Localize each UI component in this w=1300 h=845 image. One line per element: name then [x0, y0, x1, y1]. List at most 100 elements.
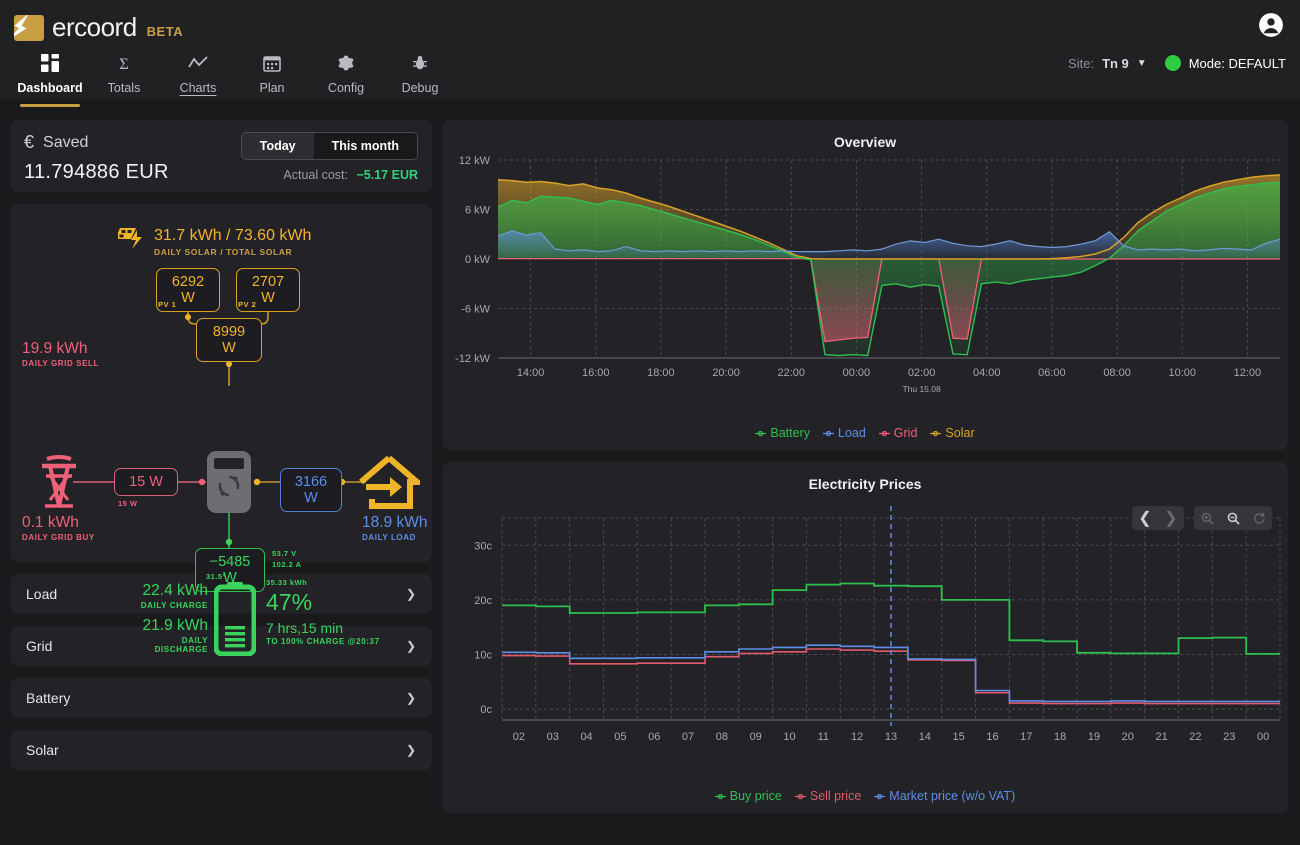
solar-summary-label: DAILY SOLAR / TOTAL SOLAR — [154, 247, 311, 257]
overview-xtick: 16:00 — [582, 367, 610, 379]
gear-icon — [310, 54, 382, 74]
battery-soc: 47% — [266, 589, 380, 616]
prices-xtick: 16 — [986, 731, 998, 743]
prices-chart-plot[interactable]: 0203040506070809101112131415161718192021… — [442, 492, 1288, 772]
house-icon — [358, 454, 420, 515]
reset-zoom-icon[interactable] — [1246, 506, 1272, 530]
legend-label-load: Load — [838, 426, 866, 440]
battery-current: 102.2 A — [272, 560, 302, 571]
overview-chart-title: Overview — [442, 120, 1288, 150]
legend-item-sell-price[interactable]: Sell price — [795, 789, 861, 803]
overview-chart-plot[interactable]: 14:0016:0018:0020:0022:0000:0002:0004:00… — [442, 150, 1288, 405]
nav-item-totals[interactable]: Σ Totals — [88, 50, 160, 107]
battery-eta: 7 hrs,15 min — [266, 620, 380, 636]
overview-xtick: 06:00 — [1038, 367, 1066, 379]
main-nav: Dashboard Σ Totals Charts Plan Config — [14, 50, 456, 107]
accordion-label-load: Load — [26, 586, 57, 602]
load-daily-value: 18.9 kWh — [362, 514, 427, 532]
nav-label-plan: Plan — [259, 81, 284, 95]
range-today-button[interactable]: Today — [242, 133, 314, 159]
accordion-battery[interactable]: Battery ❯ — [10, 678, 432, 718]
prices-xtick: 20 — [1122, 731, 1134, 743]
legend-item-market-price[interactable]: Market price (w/o VAT) — [874, 789, 1015, 803]
solar-summary-value: 31.7 kWh / 73.60 kWh — [154, 227, 311, 245]
battery-electrical: 53.7 V 102.2 A — [272, 549, 302, 570]
chevron-down-icon[interactable]: ❯ — [406, 587, 416, 601]
battery-eta-label: TO 100% CHARGE @20:37 — [266, 637, 380, 646]
actual-cost-value: −5.17 EUR — [357, 168, 419, 182]
overview-xtick: 00:00 — [843, 367, 871, 379]
legend-item-battery[interactable]: Battery — [755, 426, 810, 440]
chevron-down-icon[interactable]: ❯ — [406, 639, 416, 653]
prices-xtick: 10 — [783, 731, 795, 743]
daily-discharge-label: DAILY DISCHARGE — [128, 636, 208, 654]
chevron-down-icon[interactable]: ❯ — [406, 691, 416, 705]
prices-xtick: 11 — [818, 731, 829, 743]
pv2-label: PV 2 — [238, 300, 256, 309]
app-logo[interactable]: ercoord BETA — [14, 12, 183, 43]
solar-panel-icon — [118, 226, 146, 257]
prices-xtick: 00 — [1257, 731, 1269, 743]
prices-xtick: 18 — [1054, 731, 1066, 743]
accordion-label-battery: Battery — [26, 690, 70, 706]
overview-xtick: 18:00 — [647, 367, 675, 379]
top-bar: ercoord BETA Dashboard Σ Totals Charts — [0, 0, 1300, 100]
next-range-button[interactable]: ❯ — [1158, 506, 1184, 530]
prices-xtick: 05 — [614, 731, 626, 743]
legend-label-buy-price: Buy price — [730, 789, 782, 803]
nav-item-charts[interactable]: Charts — [162, 50, 234, 107]
nav-item-config[interactable]: Config — [310, 50, 382, 107]
prices-xtick: 12 — [851, 731, 863, 743]
nav-item-dashboard[interactable]: Dashboard — [14, 50, 86, 107]
prev-range-button[interactable]: ❮ — [1132, 506, 1158, 530]
chevron-down-icon[interactable]: ❯ — [406, 743, 416, 757]
site-value[interactable]: Tn 9 — [1102, 56, 1129, 71]
prices-chart-legend: Buy price Sell price Market price (w/o V… — [442, 789, 1288, 803]
legend-item-solar[interactable]: Solar — [930, 426, 974, 440]
zoom-in-icon[interactable] — [1194, 506, 1220, 530]
daily-charge-value: 22.4 kWh — [128, 582, 208, 600]
zoom-out-icon[interactable] — [1220, 506, 1246, 530]
nav-item-debug[interactable]: Debug — [384, 50, 456, 107]
overview-ytick: 12 kW — [459, 155, 491, 167]
prices-xtick: 04 — [580, 731, 592, 743]
sigma-icon: Σ — [88, 54, 160, 74]
grid-power-small: 15 W — [118, 499, 138, 508]
pv1-label: PV 1 — [158, 300, 176, 309]
svg-text:Σ: Σ — [119, 56, 128, 72]
overview-xtick: 12:00 — [1234, 367, 1262, 379]
accordion-solar[interactable]: Solar ❯ — [10, 730, 432, 770]
actual-cost-label: Actual cost: — [283, 168, 348, 182]
prices-ytick: 0c — [480, 704, 492, 716]
battery-charge-stats: 22.4 kWh DAILY CHARGE 21.9 kWh DAILY DIS… — [128, 582, 208, 654]
overview-ytick: 6 kW — [465, 205, 491, 217]
euro-icon: € — [24, 132, 34, 153]
battery-icon — [214, 582, 256, 661]
grid-buy-value: 0.1 kWh — [22, 514, 95, 532]
chevron-down-icon[interactable]: ▼ — [1137, 58, 1147, 69]
battery-temperature: 31.5° — [206, 572, 226, 581]
legend-label-market-price: Market price (w/o VAT) — [889, 789, 1015, 803]
overview-xtick: 08:00 — [1103, 367, 1131, 379]
prices-xtick: 21 — [1155, 731, 1167, 743]
legend-item-buy-price[interactable]: Buy price — [715, 789, 782, 803]
prices-xtick: 14 — [919, 731, 931, 743]
prices-xtick: 06 — [648, 731, 660, 743]
nav-label-config: Config — [328, 81, 364, 95]
legend-item-grid[interactable]: Grid — [879, 426, 918, 440]
daily-discharge-value: 21.9 kWh — [128, 617, 208, 635]
legend-item-load[interactable]: Load — [823, 426, 866, 440]
overview-ytick: 0 kW — [465, 254, 491, 266]
account-icon[interactable] — [1258, 12, 1284, 38]
prices-xtick: 08 — [716, 731, 728, 743]
solar-summary: 31.7 kWh / 73.60 kWh DAILY SOLAR / TOTAL… — [118, 226, 311, 257]
daily-charge-label: DAILY CHARGE — [128, 601, 208, 610]
range-toggle: Today This month — [241, 132, 418, 160]
nav-item-plan[interactable]: Plan — [236, 50, 308, 107]
calendar-icon — [236, 54, 308, 74]
line-chart-icon — [162, 54, 234, 74]
overview-day-marker: Thu 15.08 — [902, 384, 941, 394]
range-month-button[interactable]: This month — [314, 133, 417, 159]
overview-xtick: 22:00 — [777, 367, 805, 379]
prices-xtick: 15 — [953, 731, 965, 743]
